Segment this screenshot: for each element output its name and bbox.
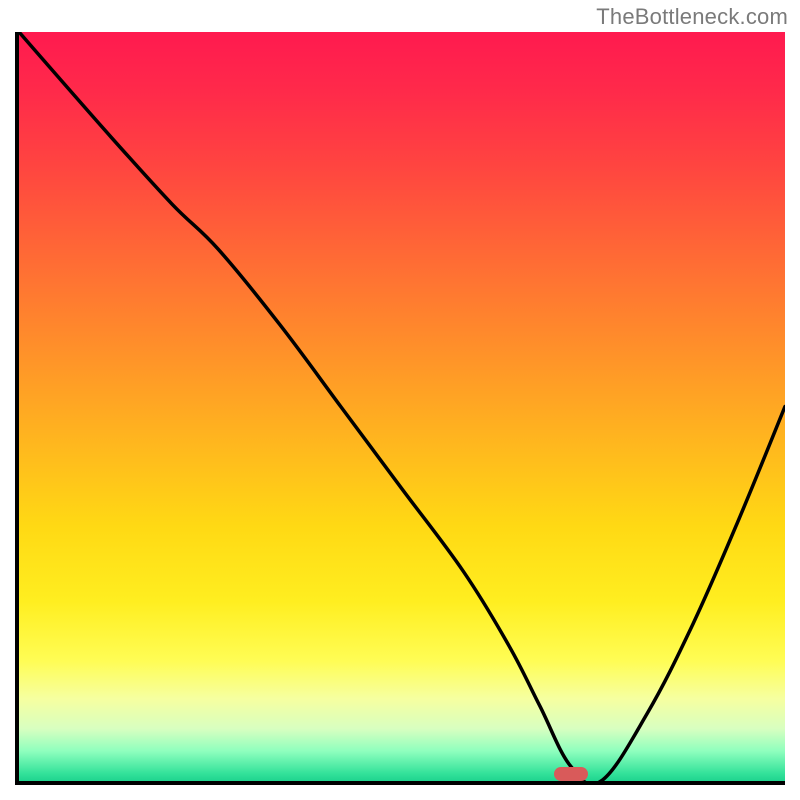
optimal-marker-pill bbox=[554, 767, 588, 781]
watermark-text: TheBottleneck.com bbox=[596, 4, 788, 30]
bottleneck-curve-svg bbox=[19, 32, 785, 781]
chart-plot-area bbox=[15, 32, 785, 785]
bottleneck-curve-path bbox=[19, 32, 785, 781]
